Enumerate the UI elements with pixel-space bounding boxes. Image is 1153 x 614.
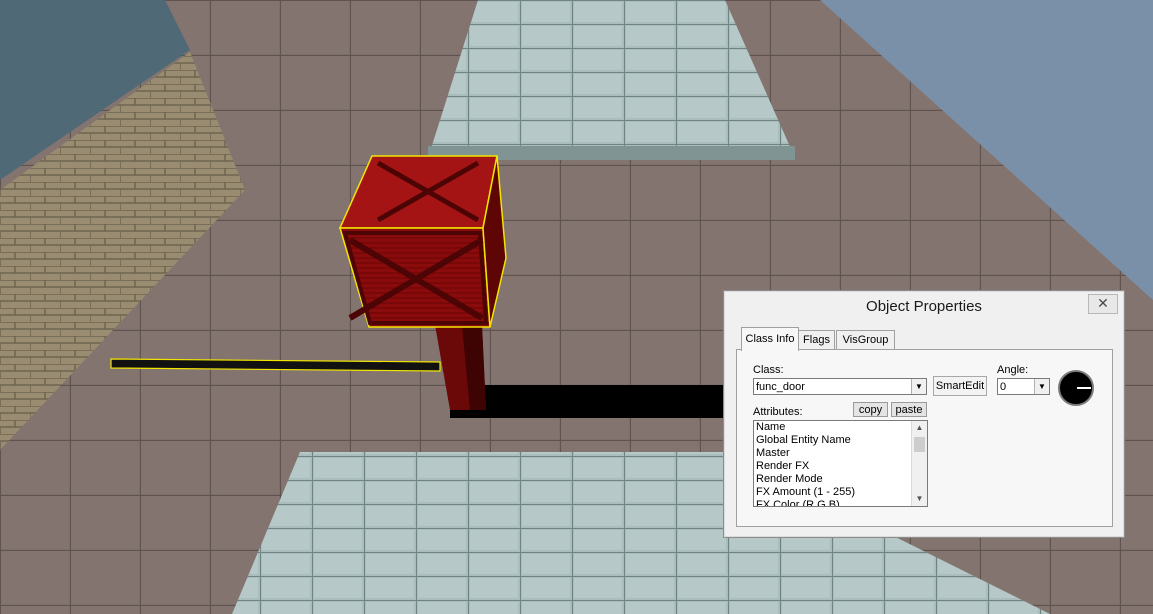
attributes-scrollbar[interactable]: ▲ ▼	[911, 421, 927, 506]
smartedit-button[interactable]: SmartEdit	[933, 376, 987, 396]
paste-button[interactable]: paste	[891, 402, 927, 417]
list-item[interactable]: Render Mode	[754, 473, 927, 486]
list-item[interactable]: FX Color (R G B)	[754, 499, 927, 506]
chevron-down-icon[interactable]: ▼	[911, 379, 926, 394]
tab-visgroup[interactable]: VisGroup	[836, 330, 895, 350]
angle-dial-icon[interactable]	[1058, 370, 1094, 406]
list-item[interactable]: Master	[754, 447, 927, 460]
scroll-down-arrow-icon[interactable]: ▼	[912, 493, 927, 505]
copy-button[interactable]: copy	[853, 402, 888, 417]
object-properties-dialog: Object Properties ✕ Class Info Flags Vis…	[723, 290, 1125, 538]
tab-class-info[interactable]: Class Info	[741, 327, 799, 351]
attributes-label: Attributes:	[753, 406, 803, 418]
scroll-thumb[interactable]	[914, 437, 925, 452]
angle-label: Angle:	[997, 364, 1029, 376]
class-dropdown[interactable]: func_door ▼	[753, 378, 927, 395]
angle-needle	[1077, 387, 1091, 389]
list-item[interactable]: Global Entity Name	[754, 434, 927, 447]
scroll-up-arrow-icon[interactable]: ▲	[912, 422, 927, 434]
list-item[interactable]: Render FX	[754, 460, 927, 473]
angle-dropdown[interactable]: 0 ▼	[997, 378, 1050, 395]
dialog-title: Object Properties	[866, 298, 982, 315]
class-value: func_door	[756, 381, 805, 393]
angle-value: 0	[1000, 381, 1007, 393]
chevron-down-icon[interactable]: ▼	[1034, 379, 1049, 394]
close-icon: ✕	[1097, 295, 1109, 311]
attributes-list[interactable]: Name Global Entity Name Master Render FX…	[753, 420, 928, 507]
close-button[interactable]: ✕	[1088, 294, 1118, 314]
tab-flags[interactable]: Flags	[798, 330, 835, 350]
class-label: Class:	[753, 364, 784, 376]
class-info-panel: Class: func_door ▼ SmartEdit Angle: 0 ▼ …	[736, 349, 1113, 527]
list-item[interactable]: FX Amount (1 - 255)	[754, 486, 927, 499]
list-item[interactable]: Name	[754, 421, 927, 434]
